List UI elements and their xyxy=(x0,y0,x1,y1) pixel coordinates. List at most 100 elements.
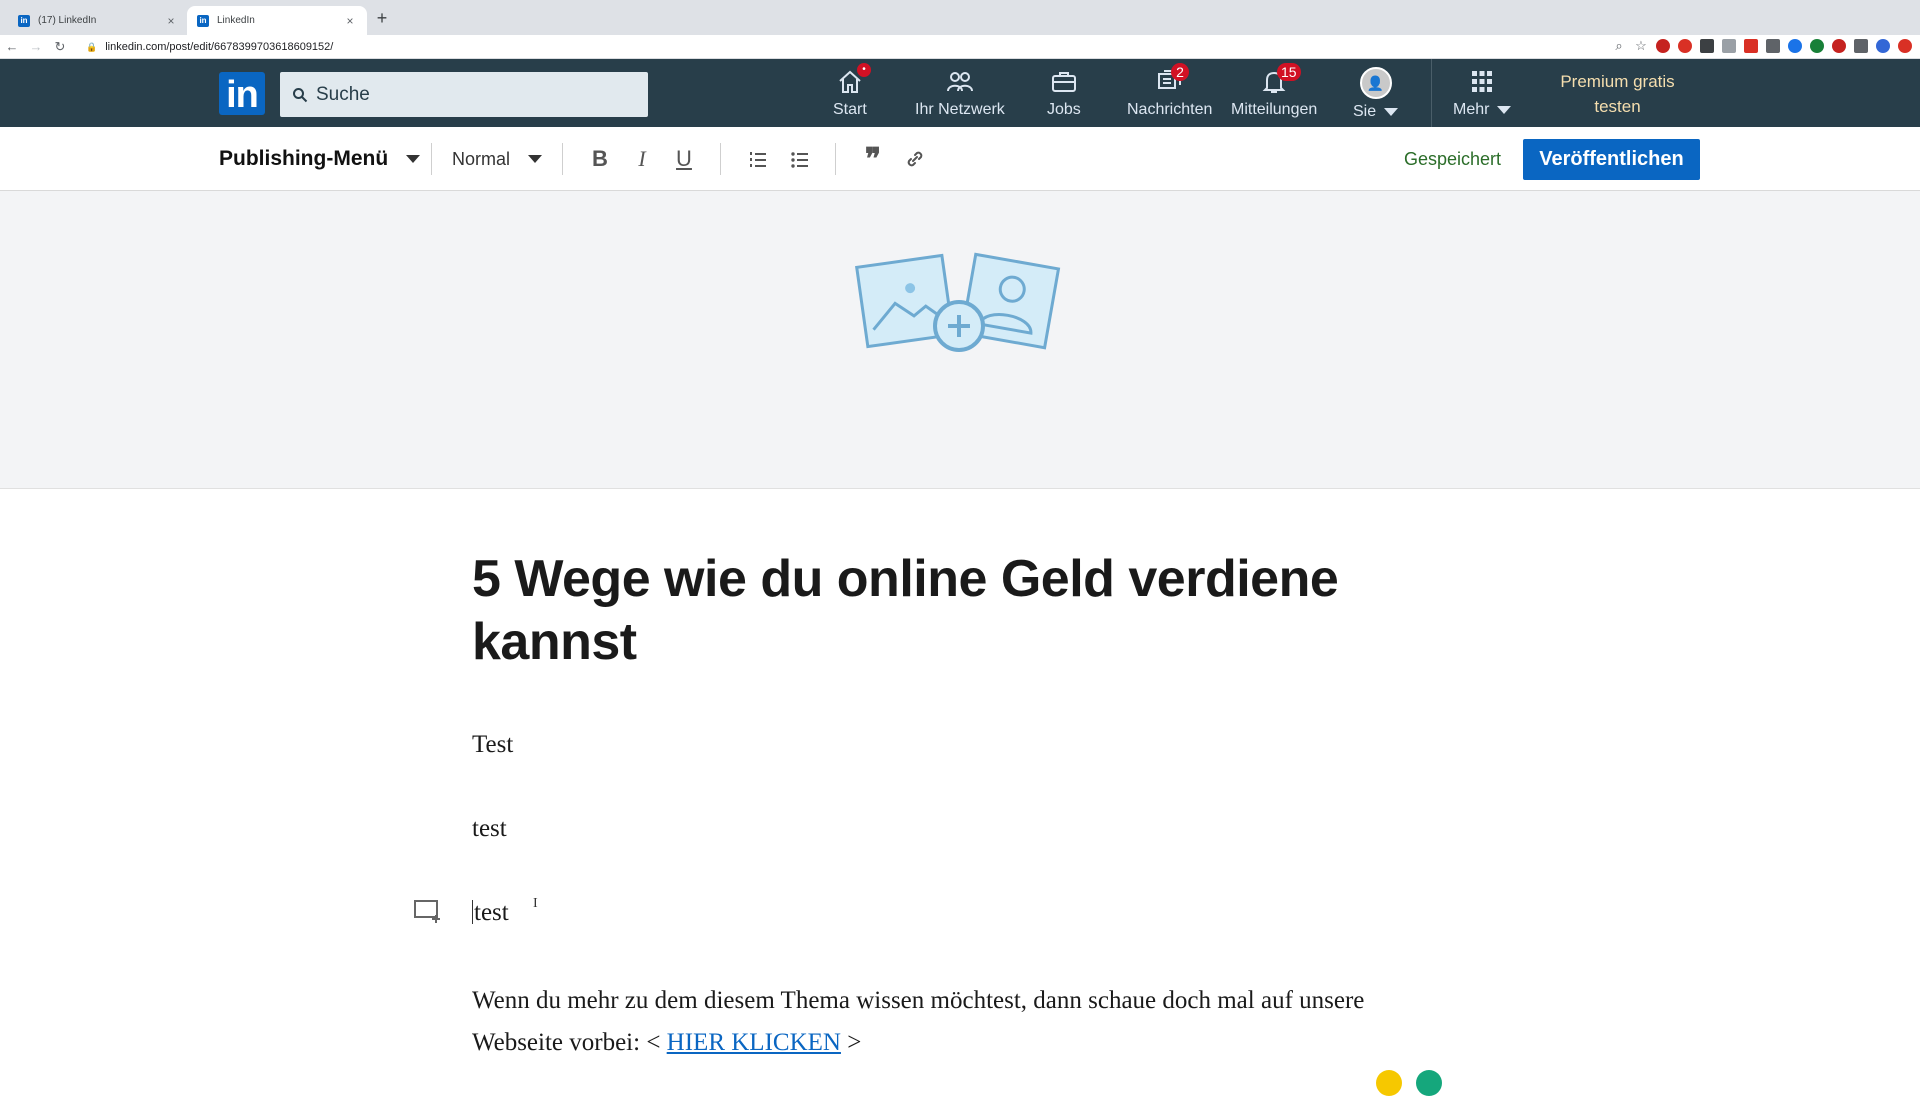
extension-icon[interactable] xyxy=(1722,39,1736,53)
linkedin-logo-icon[interactable]: in xyxy=(219,72,265,116)
emoji-icon[interactable] xyxy=(1376,1070,1402,1096)
nav-item-notifications[interactable]: 15 Mitteilungen xyxy=(1231,63,1318,123)
toolbar-divider xyxy=(562,143,563,175)
premium-trial-link[interactable]: Premium gratis testen xyxy=(1530,69,1705,119)
search-icon xyxy=(293,87,308,102)
browser-toolbar: ← → ↻ 🔒 linkedin.com/post/edit/667839970… xyxy=(0,35,1920,59)
nav-label: Nachrichten xyxy=(1127,101,1213,118)
linkedin-global-nav: in Suche • Start Ihr Netzwerk Jobs 2 Nac… xyxy=(0,59,1920,127)
article-paragraph[interactable]: Test xyxy=(472,731,513,759)
publishing-toolbar: Publishing-Menü Normal B I U ❞ Gespeiche… xyxy=(0,127,1920,191)
back-icon[interactable]: ← xyxy=(0,39,24,54)
publishing-menu-dropdown[interactable]: Publishing-Menü xyxy=(219,127,421,191)
network-icon xyxy=(946,72,973,92)
publish-button[interactable]: Veröffentlichen xyxy=(1523,139,1700,180)
nav-label: Ihr Netzwerk xyxy=(915,101,1005,118)
mouse-ibeam-cursor: I xyxy=(533,896,538,911)
tab-title: LinkedIn xyxy=(217,15,255,26)
browser-tabstrip: in (17) LinkedIn × in LinkedIn × + xyxy=(0,0,1920,35)
publishing-menu-label: Publishing-Menü xyxy=(219,147,389,170)
avatar: 👤 xyxy=(1359,67,1392,99)
bullet-list-button[interactable] xyxy=(784,143,816,175)
chevron-down-icon xyxy=(528,155,543,163)
text-style-select[interactable]: Normal xyxy=(452,127,543,191)
add-cover-image-icon xyxy=(855,252,1061,352)
link-button[interactable] xyxy=(899,143,931,175)
nav-divider xyxy=(1431,59,1432,127)
underline-button[interactable]: U xyxy=(668,143,700,175)
chevron-down-icon xyxy=(406,155,421,163)
nav-item-network[interactable]: Ihr Netzwerk xyxy=(915,67,1005,123)
extension-icon[interactable] xyxy=(1898,39,1912,53)
linkedin-favicon-icon: in xyxy=(18,14,30,27)
extension-icon[interactable] xyxy=(1656,39,1670,53)
article-title[interactable]: 5 Wege wie du online Geld verdiene kanns… xyxy=(472,548,1372,674)
numbered-list-button[interactable] xyxy=(742,143,774,175)
nav-item-messages[interactable]: 2 Nachrichten xyxy=(1127,63,1213,123)
text-cursor xyxy=(472,900,473,924)
paragraph-text: test xyxy=(474,899,509,926)
extension-icon[interactable] xyxy=(1678,39,1692,53)
new-tab-button[interactable]: + xyxy=(372,8,392,28)
briefcase-icon xyxy=(1051,72,1076,92)
numbered-list-icon xyxy=(750,152,766,167)
nav-label: Mitteilungen xyxy=(1231,101,1318,118)
extension-icon[interactable] xyxy=(1700,39,1714,53)
tab-title: (17) LinkedIn xyxy=(38,15,97,26)
extension-icon[interactable] xyxy=(1832,39,1846,53)
close-tab-icon[interactable]: × xyxy=(343,14,357,28)
premium-line-2: testen xyxy=(1594,97,1641,116)
nav-label: Sie xyxy=(1353,103,1399,121)
reload-icon[interactable]: ↻ xyxy=(48,39,72,55)
italic-button[interactable]: I xyxy=(626,143,658,175)
nav-item-start[interactable]: • Start xyxy=(833,63,871,123)
cover-image-upload-area[interactable] xyxy=(0,191,1920,489)
extension-icon[interactable] xyxy=(1854,39,1868,53)
nav-label: Mehr xyxy=(1453,101,1512,119)
url-text: linkedin.com/post/edit/66783997036186091… xyxy=(105,41,334,53)
extension-icon[interactable] xyxy=(1744,39,1758,53)
link-icon xyxy=(907,151,923,167)
notifications-badge: 15 xyxy=(1277,63,1301,81)
quote-button[interactable]: ❞ xyxy=(857,142,889,176)
profile-avatar-icon[interactable] xyxy=(1876,39,1890,53)
quote-icon: ❞ xyxy=(864,142,882,176)
zoom-icon[interactable]: ⌕ xyxy=(1612,38,1626,54)
add-media-icon[interactable] xyxy=(414,898,444,924)
article-paragraph[interactable]: test xyxy=(472,815,507,843)
extension-icon[interactable] xyxy=(1766,39,1780,53)
extension-icon[interactable] xyxy=(1788,39,1802,53)
chevron-down-icon xyxy=(1384,107,1399,116)
bold-button[interactable]: B xyxy=(584,143,616,175)
nav-item-me[interactable]: 👤 Sie xyxy=(1353,67,1399,123)
lock-icon: 🔒 xyxy=(86,41,98,52)
bullet-list-icon xyxy=(791,152,808,168)
article-closing-paragraph[interactable]: Wenn du mehr zu dem diesem Thema wissen … xyxy=(472,980,1432,1064)
grid-icon xyxy=(1472,71,1493,92)
forward-icon[interactable]: → xyxy=(24,39,48,54)
nav-item-jobs[interactable]: Jobs xyxy=(1047,67,1081,123)
extension-icon[interactable] xyxy=(1810,39,1824,53)
italic-icon: I xyxy=(638,146,646,171)
nav-item-more[interactable]: Mehr xyxy=(1453,67,1512,123)
close-tab-icon[interactable]: × xyxy=(164,14,178,28)
browser-tab-active[interactable]: in LinkedIn × xyxy=(187,6,367,35)
hier-klicken-link[interactable]: HIER KLICKEN xyxy=(667,1029,841,1056)
browser-tab[interactable]: in (17) LinkedIn × xyxy=(8,6,188,35)
bold-icon: B xyxy=(592,146,608,171)
address-bar[interactable]: 🔒 linkedin.com/post/edit/667839970361860… xyxy=(86,36,1600,58)
grammarly-icon[interactable] xyxy=(1416,1070,1442,1096)
search-input[interactable]: Suche xyxy=(280,72,648,117)
underline-icon: U xyxy=(676,146,692,171)
premium-line-1: Premium gratis xyxy=(1560,72,1675,91)
extensions-area: ⌕ ☆ xyxy=(1612,38,1912,54)
bookmark-star-icon[interactable]: ☆ xyxy=(1634,38,1648,54)
messages-badge: 2 xyxy=(1171,63,1189,81)
toolbar-divider xyxy=(835,143,836,175)
toolbar-divider xyxy=(720,143,721,175)
search-placeholder: Suche xyxy=(316,83,370,105)
linkedin-favicon-icon: in xyxy=(197,14,209,27)
article-paragraph-active[interactable]: test xyxy=(472,899,509,927)
chevron-down-icon xyxy=(1497,105,1512,114)
nav-label: Jobs xyxy=(1047,101,1081,118)
